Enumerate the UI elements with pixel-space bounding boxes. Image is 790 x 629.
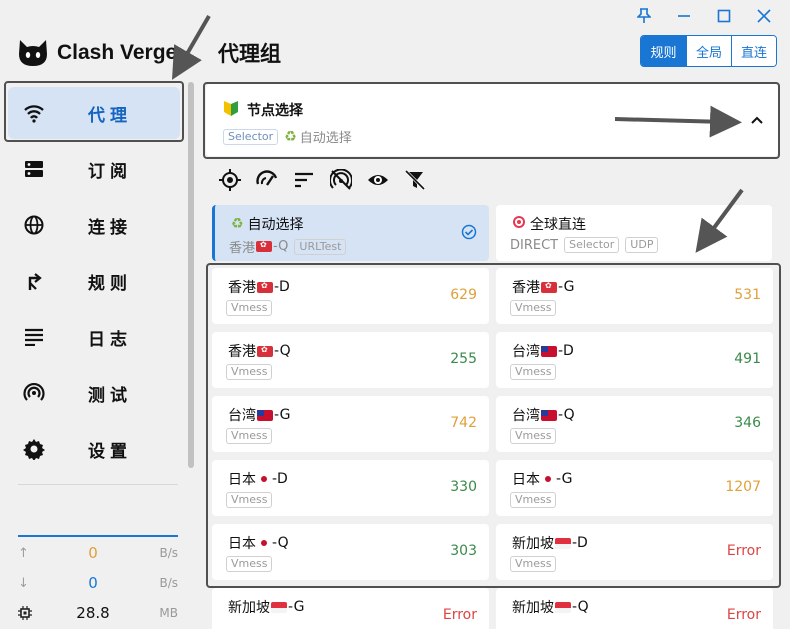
globe-icon xyxy=(22,213,46,237)
dns-icon xyxy=(22,157,46,181)
proxy-title: 新加坡 -G xyxy=(228,597,304,617)
proxy-item[interactable]: ♻自动选择香港 -Q URLTest xyxy=(212,205,489,261)
sidebar-item-6[interactable]: 设置 xyxy=(8,423,180,475)
proxy-name: 全球直连 xyxy=(530,217,586,233)
proxy-meta: 香港 -Q URLTest xyxy=(229,237,347,256)
sidebar-item-4[interactable]: 日志 xyxy=(8,311,180,363)
proxy-tag: Selector xyxy=(564,237,620,253)
proxy-delay[interactable]: Error xyxy=(727,607,761,623)
download-unit: B/s xyxy=(159,576,178,590)
memory-chip-icon xyxy=(18,606,34,622)
proxy-title: 全球直连 xyxy=(512,214,586,234)
proxy-meta: DIRECT Selector UDP xyxy=(510,237,659,253)
proxy-item[interactable]: 全球直连 DIRECT Selector UDP xyxy=(496,205,772,261)
proxy-suffix: -G xyxy=(288,599,305,615)
eye-icon[interactable] xyxy=(367,168,404,192)
upload-unit: B/s xyxy=(159,546,178,560)
proxy-delay[interactable]: Error xyxy=(443,607,477,623)
proxy-sub: 香港 xyxy=(229,241,256,256)
app-name: Clash Verge xyxy=(57,41,178,64)
minimize-icon[interactable] xyxy=(664,4,704,28)
window-controls xyxy=(624,4,784,28)
list-lines-icon xyxy=(22,325,46,349)
sidebar-item-label: 连接 xyxy=(88,217,132,238)
hide-unavailable-icon[interactable] xyxy=(330,168,367,192)
proxy-mode-switch: 规则 全局 直连 xyxy=(640,35,777,67)
annotation-box-nav xyxy=(4,81,184,142)
target-icon xyxy=(512,215,526,233)
proxy-toolbar xyxy=(219,168,441,192)
mode-direct-button[interactable]: 直连 xyxy=(731,36,776,66)
sidebar-item-1[interactable]: 订阅 xyxy=(8,143,180,195)
page-title: 代理组 xyxy=(218,42,281,66)
pin-icon[interactable] xyxy=(624,4,664,28)
memory-unit: MB xyxy=(159,606,178,620)
sidebar-item-label: 订阅 xyxy=(88,161,132,182)
sidebar-divider xyxy=(18,484,178,485)
proxy-title: 新加坡 -Q xyxy=(512,597,589,617)
proxy-name: 新加坡 xyxy=(512,600,554,616)
sidebar-item-5[interactable]: 测试 xyxy=(8,367,180,419)
sidebar-item-2[interactable]: 连接 xyxy=(8,199,180,251)
flag-sg-icon xyxy=(555,601,571,613)
proxy-tag: UDP xyxy=(625,237,659,253)
upload-value: 0 xyxy=(88,544,98,562)
gear-icon xyxy=(22,437,46,461)
proxy-sub-suffix: -Q xyxy=(273,239,289,254)
memory-value: 28.8 xyxy=(76,604,110,622)
proxy-name: 新加坡 xyxy=(228,600,270,616)
flag-hk-icon xyxy=(256,240,273,252)
download-value: 0 xyxy=(88,574,98,592)
sidebar-item-label: 设置 xyxy=(88,441,132,462)
fork-right-icon xyxy=(22,269,46,293)
check-circle-icon xyxy=(461,224,477,244)
app-logo: Clash Verge xyxy=(17,38,177,68)
sidebar-item-label: 规则 xyxy=(88,273,132,294)
annotation-box-proxies xyxy=(206,263,781,588)
proxy-name: 自动选择 xyxy=(247,217,304,233)
memory-usage: 28.8 MB xyxy=(18,604,178,624)
upload-traffic: ↑ 0 B/s xyxy=(18,544,178,564)
arrow-down-icon: ↓ xyxy=(18,576,29,591)
annotation-box-group xyxy=(203,82,780,159)
maximize-icon[interactable] xyxy=(704,4,744,28)
cat-logo-icon xyxy=(19,40,47,66)
mode-global-button[interactable]: 全局 xyxy=(686,36,731,66)
proxy-sub: DIRECT xyxy=(510,237,559,253)
filter-off-icon[interactable] xyxy=(404,168,441,192)
proxy-item[interactable]: 新加坡 -G Error xyxy=(212,588,489,629)
traffic-graph-line xyxy=(18,535,178,537)
mode-rule-button[interactable]: 规则 xyxy=(641,36,686,66)
proxy-tag: URLTest xyxy=(294,238,347,255)
proxy-title: ♻ 自动选择 xyxy=(231,214,304,234)
proxy-suffix: -Q xyxy=(572,599,589,615)
proxy-item[interactable]: 新加坡 -Q Error xyxy=(496,588,773,629)
close-icon[interactable] xyxy=(744,4,784,28)
locate-icon[interactable] xyxy=(219,168,256,192)
sort-icon[interactable] xyxy=(293,168,330,192)
sidebar-scrollbar[interactable] xyxy=(188,82,194,468)
download-traffic: ↓ 0 B/s xyxy=(18,574,178,594)
speed-test-icon[interactable] xyxy=(256,168,293,192)
recycle-icon: ♻ xyxy=(231,216,244,232)
sidebar-item-label: 日志 xyxy=(88,329,132,350)
arrow-up-icon: ↑ xyxy=(18,546,29,561)
sidebar-item-label: 测试 xyxy=(88,385,132,406)
flag-sg-icon xyxy=(271,601,287,613)
sidebar-item-3[interactable]: 规则 xyxy=(8,255,180,307)
broadcast-icon xyxy=(22,381,46,405)
